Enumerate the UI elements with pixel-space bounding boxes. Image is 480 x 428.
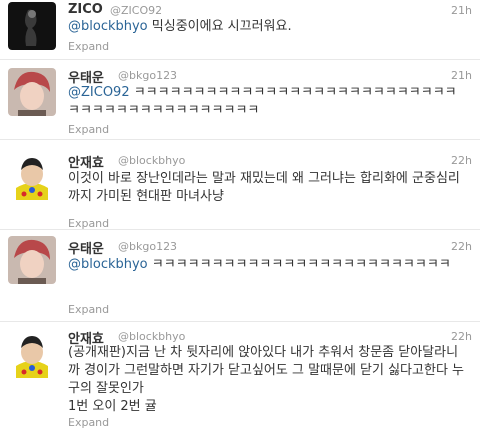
avatar-woo-taewoon-2[interactable] <box>8 236 56 284</box>
tweet-4-time[interactable]: 22h <box>451 240 472 253</box>
tweet-1-time[interactable]: 21h <box>451 4 472 17</box>
tweet-4-handle[interactable]: @bkgo123 <box>118 240 177 253</box>
tweet-4-body: ㅋㅋㅋㅋㅋㅋㅋㅋㅋㅋㅋㅋㅋㅋㅋㅋㅋㅋㅋㅋㅋㅋㅋㅋㅋ <box>147 257 451 272</box>
tweet-3-name[interactable]: 안재효 <box>68 152 104 171</box>
tweet-1-body: 믹싱중이에요 시끄러워요. <box>147 19 292 34</box>
tweet-3-handle[interactable]: @blockbhyo <box>118 154 185 167</box>
avatar-ahn-jaehyo-2[interactable] <box>8 330 56 378</box>
tweet-1-expand-link[interactable]: Expand <box>68 40 109 53</box>
tweet-1-mention[interactable]: @blockbhyo <box>68 19 148 34</box>
tweet-4-mention[interactable]: @blockbhyo <box>68 257 148 272</box>
tweet-3-text: 이것이 바로 장난인데라는 말과 재밌는데 왜 그러냐는 합리화에 군중심리까지… <box>68 171 460 204</box>
avatar-ahn-jaehyo[interactable] <box>8 152 56 200</box>
tweet-1: ZICO @ZICO92 21h @blockbhyo 믹싱중이에요 시끄러워요… <box>0 0 480 60</box>
tweet-4-text: @blockbhyo ㅋㅋㅋㅋㅋㅋㅋㅋㅋㅋㅋㅋㅋㅋㅋㅋㅋㅋㅋㅋㅋㅋㅋㅋㅋ <box>68 256 468 274</box>
tweet-2-mention[interactable]: @ZICO92 <box>68 85 130 100</box>
tweet-2-text: @ZICO92 ㅋㅋㅋㅋㅋㅋㅋㅋㅋㅋㅋㅋㅋㅋㅋㅋㅋㅋㅋㅋㅋㅋㅋㅋㅋㅋㅋㅋㅋㅋㅋㅋ… <box>68 84 468 120</box>
tweet-2-time[interactable]: 21h <box>451 69 472 82</box>
tweet-4-name[interactable]: 우태운 <box>68 238 104 257</box>
tweet-2-expand-link[interactable]: Expand <box>68 123 109 136</box>
tweet-5-text: (공개재판)지금 난 차 뒷자리에 앉아있다 내가 추워서 창문좀 닫아달라니까… <box>68 345 464 396</box>
tweet-2-handle[interactable]: @bkgo123 <box>118 69 177 82</box>
tweet-1-text: @blockbhyo 믹싱중이에요 시끄러워요. <box>68 18 468 36</box>
tweet-5-handle[interactable]: @blockbhyo <box>118 330 185 343</box>
tweet-5-text-line2: 1번 오이 2번 귤 <box>68 399 157 414</box>
tweet-1-handle[interactable]: @ZICO92 <box>110 4 162 17</box>
tweet-4: 우태운 @bkgo123 22h @blockbhyo ㅋㅋㅋㅋㅋㅋㅋㅋㅋㅋㅋㅋ… <box>0 230 480 322</box>
tweet-4-expand-link[interactable]: Expand <box>68 303 109 316</box>
tweet-2: 우태운 @bkgo123 21h @ZICO92 ㅋㅋㅋㅋㅋㅋㅋㅋㅋㅋㅋㅋㅋㅋㅋ… <box>0 60 480 140</box>
tweet-3: 안재효 @blockbhyo 22h 이것이 바로 장난인데라는 말과 재밌는데… <box>0 140 480 230</box>
tweet-3-time[interactable]: 22h <box>451 154 472 167</box>
tweet-1-name[interactable]: ZICO <box>68 2 103 17</box>
tweet-5-expand-link[interactable]: Expand <box>68 416 109 428</box>
avatar-woo-taewoon[interactable] <box>8 68 56 116</box>
tweet-5: 안재효 @blockbhyo 22h (공개재판)지금 난 차 뒷자리에 앉아있… <box>0 322 480 428</box>
tweet-3-expand-link[interactable]: Expand <box>68 217 109 230</box>
tweet-5-time[interactable]: 22h <box>451 330 472 343</box>
avatar-zico[interactable] <box>8 2 56 50</box>
